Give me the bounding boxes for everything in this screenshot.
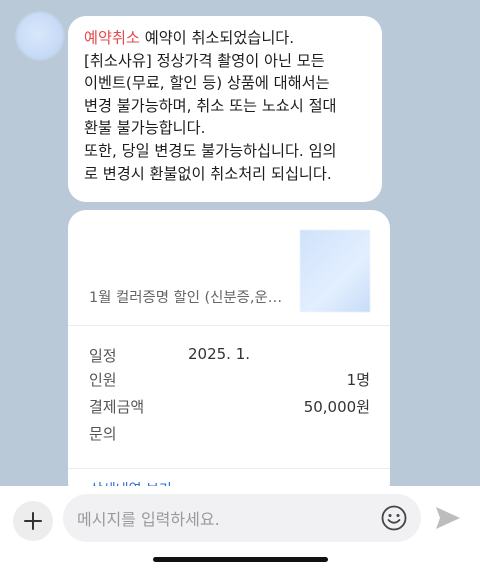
detail-label: 인원	[89, 371, 117, 389]
detail-value: 2025. 1.	[188, 345, 251, 363]
cancel-tag: 예약취소	[84, 29, 140, 47]
product-thumbnail	[300, 230, 370, 312]
detail-value: 50,000원	[303, 398, 370, 416]
product-name: 1월 컬러증명 할인 (신분증,운…	[89, 290, 283, 306]
message-input[interactable]	[75, 494, 369, 544]
add-button[interactable]	[13, 501, 53, 541]
cancel-message-bubble: 예약취소 예약이 취소되었습니다. [취소사유] 정상가격 촬영이 아닌 모든 …	[68, 16, 382, 202]
send-icon[interactable]	[433, 503, 463, 533]
message-line-3: 이벤트(무료, 할인 등) 상품에 대해서는	[84, 74, 330, 93]
detail-label: 일정	[89, 347, 117, 365]
message-line-4: 변경 불가능하며, 취소 또는 노쇼시 절대	[84, 96, 337, 115]
reservation-card[interactable]: 1월 컬러증명 할인 (신분증,운… 일정 2025. 1. 인원 1명 결제금…	[68, 210, 390, 500]
plus-icon	[24, 512, 42, 530]
detail-row-schedule: 일정 2025. 1.	[89, 345, 370, 367]
card-divider	[68, 325, 390, 326]
message-line-5: 환불 불가능합니다.	[84, 119, 206, 138]
detail-label: 결제금액	[89, 398, 145, 416]
detail-row-inquiry: 문의	[89, 423, 370, 445]
emoji-icon[interactable]	[380, 504, 408, 532]
home-indicator[interactable]	[153, 557, 328, 562]
message-field[interactable]	[63, 494, 421, 544]
detail-row-people: 인원 1명	[89, 369, 370, 391]
detail-label: 문의	[89, 425, 117, 443]
detail-row-payment: 결제금액 50,000원	[89, 396, 370, 418]
sender-avatar[interactable]	[16, 12, 64, 60]
detail-value: 1명	[346, 371, 370, 389]
message-line-6: 또한, 당일 변경도 불가능하십니다. 임의	[84, 141, 337, 160]
message-line-7: 로 변경시 환불없이 취소처리 되십니다.	[84, 164, 332, 183]
message-line-1: 예약취소 예약이 취소되었습니다.	[84, 29, 295, 47]
message-line-2: [취소사유] 정상가격 촬영이 아닌 모든	[84, 51, 325, 70]
